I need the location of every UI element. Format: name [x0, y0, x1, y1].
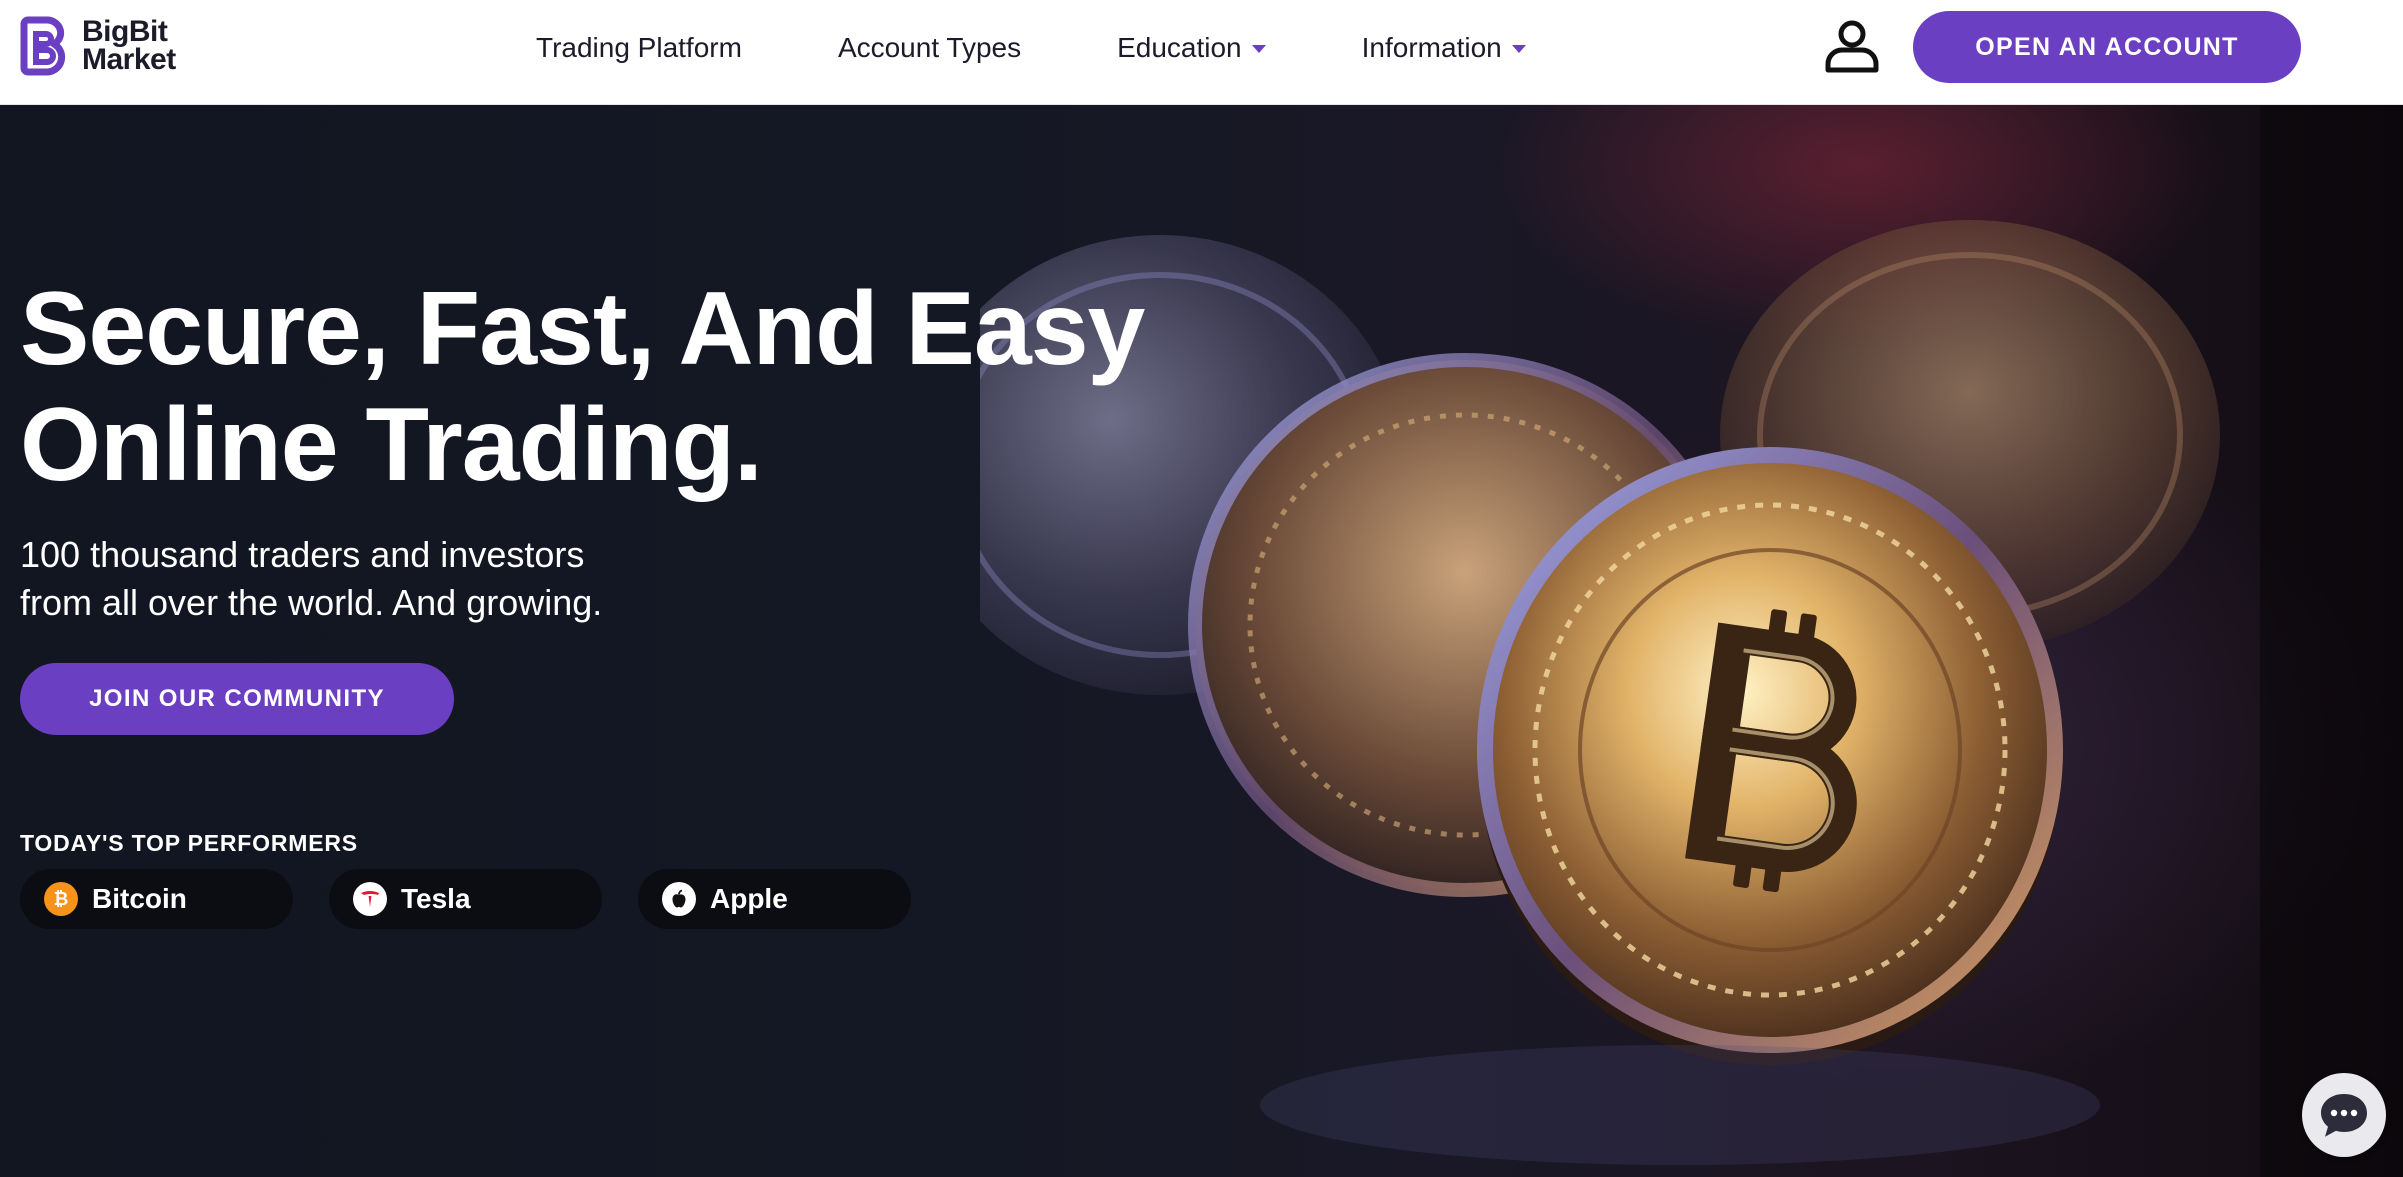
nav-label: Education	[1117, 31, 1242, 63]
logo-text: BigBit Market	[82, 15, 176, 76]
bigbit-logo-icon	[20, 16, 66, 76]
svg-text:₿: ₿	[54, 889, 69, 909]
logo-line-1: BigBit	[82, 15, 168, 48]
open-account-button[interactable]: OPEN AN ACCOUNT	[1913, 11, 2301, 83]
main-nav: Trading Platform Account Types Education…	[536, 0, 1526, 95]
subtitle-line-1: 100 thousand traders and investors	[20, 534, 585, 575]
performer-apple[interactable]: Apple	[638, 869, 911, 929]
nav-label: Account Types	[837, 31, 1022, 63]
performer-label: Bitcoin	[92, 883, 187, 914]
hero-subtitle: 100 thousand traders and investors from …	[20, 531, 602, 627]
performer-label: Tesla	[401, 883, 471, 914]
subtitle-line-2: from all over the world. And growing.	[20, 582, 603, 623]
chevron-down-icon	[1251, 44, 1266, 53]
performer-bitcoin[interactable]: ₿ Bitcoin	[20, 869, 293, 929]
user-icon[interactable]	[1824, 20, 1880, 74]
chevron-down-icon	[1511, 44, 1526, 53]
join-community-button[interactable]: JOIN OUR COMMUNITY	[20, 663, 454, 735]
nav-information[interactable]: Information	[1362, 32, 1526, 64]
performer-tesla[interactable]: Tesla	[329, 869, 602, 929]
tesla-icon	[353, 882, 387, 916]
performer-label: Apple	[710, 883, 788, 914]
logo-line-2: Market	[82, 43, 176, 76]
top-performers-title: TODAY'S TOP PERFORMERS	[20, 830, 358, 856]
hero-headline: Secure, Fast, And Easy Online Trading.	[20, 271, 1145, 503]
headline-line-1: Secure, Fast, And Easy	[20, 271, 1145, 387]
nav-label: Information	[1361, 31, 1502, 63]
nav-label: Trading Platform	[536, 31, 742, 63]
chat-button[interactable]	[2302, 1073, 2386, 1157]
apple-icon	[662, 882, 696, 916]
headline-line-2: Online Trading.	[20, 387, 763, 503]
top-performers-list: ₿ Bitcoin Tesla Apple	[20, 869, 911, 929]
chat-icon	[2321, 1094, 2367, 1137]
nav-education[interactable]: Education	[1117, 32, 1266, 64]
hero-section: Secure, Fast, And Easy Online Trading. 1…	[0, 105, 2403, 1177]
nav-account-types[interactable]: Account Types	[838, 32, 1021, 64]
site-header: BigBit Market Trading Platform Account T…	[0, 0, 2403, 105]
bitcoin-icon: ₿	[44, 882, 78, 916]
nav-trading-platform[interactable]: Trading Platform	[536, 32, 742, 64]
bitcoin-coins-image	[980, 105, 2403, 1177]
logo[interactable]: BigBit Market	[20, 16, 176, 76]
